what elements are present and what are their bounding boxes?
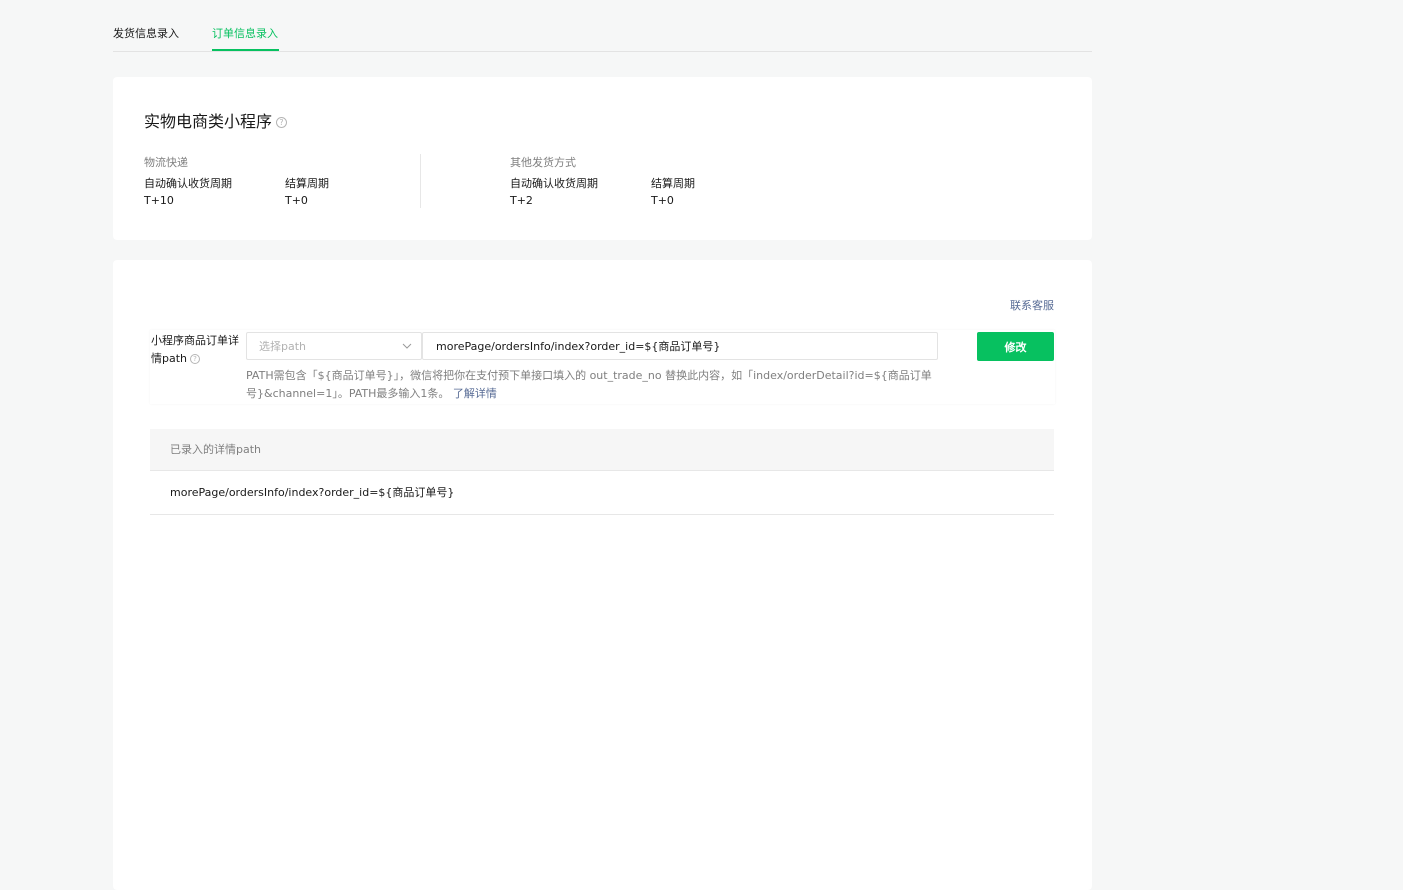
- logistics-group: 物流快递 自动确认收货周期 T+10 结算周期 T+0: [144, 155, 329, 207]
- other-shipping-group: 其他发货方式 自动确认收货周期 T+2 结算周期 T+0: [510, 155, 695, 207]
- card-title-text: 实物电商类小程序: [144, 112, 273, 131]
- metric-value: T+0: [651, 194, 674, 207]
- card-title: 实物电商类小程序?: [144, 111, 288, 133]
- help-icon[interactable]: ?: [276, 117, 288, 128]
- metric-label: 自动确认收货周期: [510, 177, 598, 190]
- help-icon[interactable]: ?: [190, 354, 201, 364]
- metric-auto-confirm: 自动确认收货周期 T+2: [510, 176, 598, 209]
- group-label: 其他发货方式: [510, 156, 576, 169]
- metric-settlement: 结算周期 T+0: [651, 176, 695, 209]
- tab-shipping-info[interactable]: 发货信息录入: [113, 26, 179, 42]
- metric-settlement: 结算周期 T+0: [285, 176, 329, 209]
- metric-value: T+2: [510, 194, 533, 207]
- learn-more-link[interactable]: 了解详情: [453, 387, 497, 400]
- table-header: 已录入的详情path: [150, 429, 1054, 471]
- metric-auto-confirm: 自动确认收货周期 T+10: [144, 176, 232, 209]
- detail-path-card: 联系客服 小程序商品订单详情path? 选择path 修改 PATH需包含「${…: [113, 260, 1092, 890]
- path-hint: PATH需包含「${商品订单号}」，微信将把你在支付预下单接口填入的 out_t…: [246, 367, 942, 403]
- chevron-down-icon: [402, 343, 412, 349]
- path-form: 小程序商品订单详情path? 选择path 修改 PATH需包含「${商品订单号…: [150, 330, 1055, 404]
- vertical-divider: [420, 154, 421, 208]
- metric-label: 结算周期: [651, 177, 695, 190]
- contact-support-link[interactable]: 联系客服: [1010, 298, 1054, 314]
- group-label: 物流快递: [144, 156, 188, 169]
- metric-value: T+10: [144, 194, 174, 207]
- modify-button[interactable]: 修改: [977, 332, 1054, 361]
- table-row: morePage/ordersInfo/index?order_id=${商品订…: [150, 471, 1054, 515]
- metric-label: 结算周期: [285, 177, 329, 190]
- path-select[interactable]: 选择path: [246, 332, 422, 360]
- metric-label: 自动确认收货周期: [144, 177, 232, 190]
- select-placeholder: 选择path: [259, 340, 307, 353]
- summary-card: 实物电商类小程序? 物流快递 自动确认收货周期 T+10 结算周期 T+0 其他…: [113, 77, 1092, 240]
- tab-bar: 发货信息录入 订单信息录入: [113, 18, 1092, 52]
- active-tab-indicator: [212, 49, 279, 51]
- tab-order-info[interactable]: 订单信息录入: [212, 26, 278, 42]
- path-input[interactable]: [422, 332, 938, 360]
- path-field-label: 小程序商品订单详情path?: [151, 332, 241, 368]
- metric-value: T+0: [285, 194, 308, 207]
- entered-paths-table: 已录入的详情path morePage/ordersInfo/index?ord…: [150, 429, 1054, 515]
- hint-text: PATH需包含「${商品订单号}」，微信将把你在支付预下单接口填入的 out_t…: [246, 369, 932, 400]
